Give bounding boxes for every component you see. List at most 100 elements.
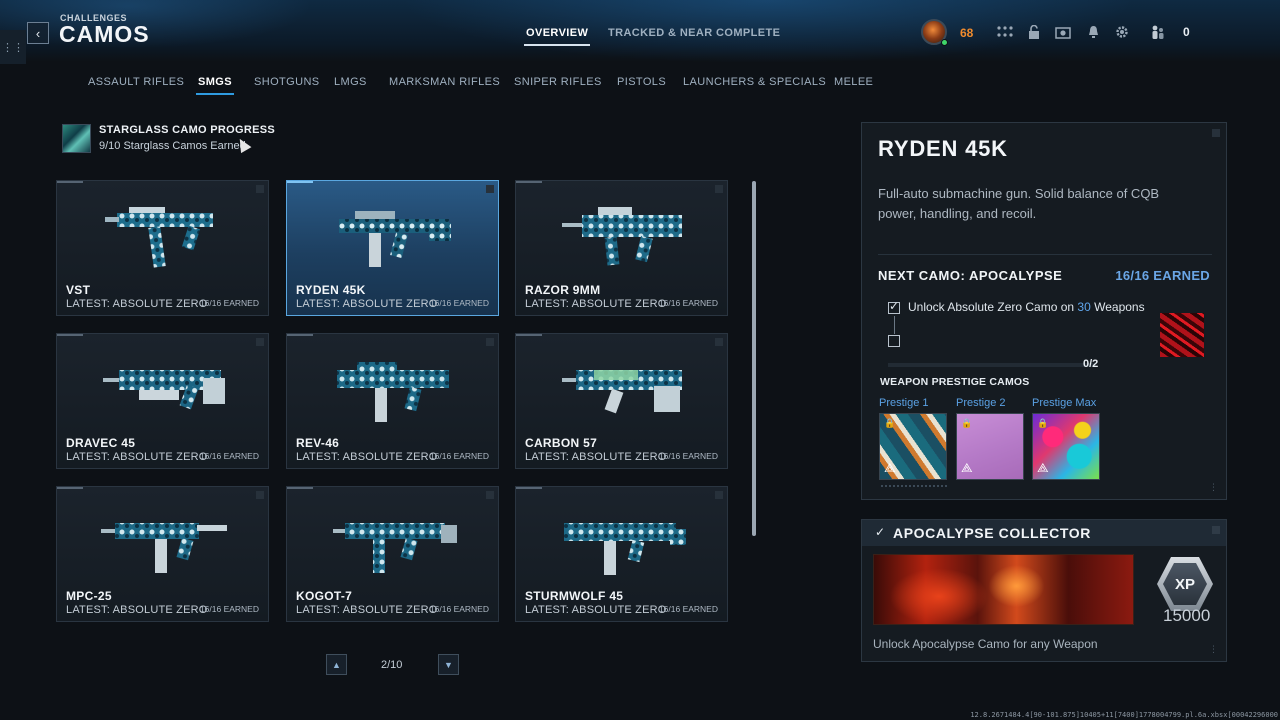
weapon-latest-camo: LATEST: ABSOLUTE ZERO [525, 604, 667, 616]
build-version-string: 12.8.2671484.4[90-101.875]10405+11[7400]… [970, 711, 1278, 719]
weapon-card-vst[interactable]: VST LATEST: ABSOLUTE ZERO 16/16 EARNED [56, 180, 269, 316]
checkmark-icon: ✓ [875, 525, 886, 539]
weapon-card-kogot-7[interactable]: KOGOT-7 LATEST: ABSOLUTE ZERO 16/16 EARN… [286, 486, 499, 622]
weapon-name: STURMWOLF 45 [525, 589, 624, 603]
weapon-name: CARBON 57 [525, 436, 598, 450]
weapon-camo-count: 16/16 EARNED [199, 451, 259, 461]
tab-sniper-rifles[interactable]: SNIPER RIFLES [514, 76, 602, 88]
tab-melee[interactable]: MELEE [834, 76, 873, 88]
weapon-camo-count: 16/16 EARNED [658, 604, 718, 614]
prestige-camos-heading: WEAPON PRESTIGE CAMOS [880, 376, 1030, 388]
prestige-2-camo-tile[interactable]: 🔒 ⟁ [956, 413, 1024, 480]
task-checkbox-pending [888, 335, 900, 347]
weapon-image [101, 523, 227, 573]
prestige-emblem-icon: ⟁ [961, 460, 973, 475]
weapon-name: REV-46 [296, 436, 340, 450]
weapon-card-carbon-57[interactable]: CARBON 57 LATEST: ABSOLUTE ZERO 16/16 EA… [515, 333, 728, 469]
weapon-latest-camo: LATEST: ABSOLUTE ZERO [525, 298, 667, 310]
task-checkbox-completed [888, 299, 900, 314]
weapon-name: RYDEN 45K [296, 283, 366, 297]
weapon-camo-count: 16/16 EARNED [199, 298, 259, 308]
online-status-dot [941, 39, 948, 46]
lock-icon: 🔒 [884, 418, 896, 428]
weapon-camo-count: 16/16 EARNED [429, 604, 489, 614]
tab-assault-rifles[interactable]: ASSAULT RIFLES [88, 76, 184, 88]
prestige-2-label: Prestige 2 [956, 397, 1006, 409]
page-indicator: 2/10 [381, 659, 403, 671]
weapon-camo-count: 16/16 EARNED [429, 298, 489, 308]
camos-earned-count: 16/16 EARNED [1115, 268, 1210, 283]
weapon-latest-camo: LATEST: ABSOLUTE ZERO [296, 298, 438, 310]
weapon-card-dravec-45[interactable]: DRAVEC 45 LATEST: ABSOLUTE ZERO 16/16 EA… [56, 333, 269, 469]
chevron-up-icon: ▲ [332, 659, 341, 670]
apocalypse-collector-card[interactable]: ✓ APOCALYPSE COLLECTOR XP 15000 Unlock A… [861, 519, 1227, 662]
collector-description: Unlock Apocalypse Camo for any Weapon [873, 637, 1098, 651]
prestige-max-label: Prestige Max [1032, 397, 1097, 409]
collector-reward-artwork [873, 554, 1134, 625]
player-level: 68 [960, 26, 974, 40]
weapon-card-rev-46[interactable]: REV-46 LATEST: ABSOLUTE ZERO 16/16 EARNE… [286, 333, 499, 469]
task-connector-line [894, 316, 895, 334]
camo-task-text: Unlock Absolute Zero Camo on 30 Weapons [908, 300, 1145, 314]
tab-overview[interactable]: OVERVIEW [523, 27, 591, 46]
task-progress-bar [888, 363, 1096, 367]
task-suffix: Weapons [1090, 300, 1145, 314]
tab-tracked-near-complete[interactable]: TRACKED & NEAR COMPLETE [608, 27, 780, 39]
tab-shotguns[interactable]: SHOTGUNS [254, 76, 320, 88]
menu-grid-icon[interactable] [997, 24, 1013, 40]
tab-launchers-specials[interactable]: LAUNCHERS & SPECIALS [683, 76, 826, 88]
weapon-latest-camo: LATEST: ABSOLUTE ZERO [296, 604, 438, 616]
starglass-progress-subtitle: 9/10 Starglass Camos Earned [99, 140, 246, 152]
page-up-button[interactable]: ▲ [326, 654, 347, 675]
camera-icon[interactable] [1055, 24, 1071, 40]
friends-icon[interactable] [1150, 24, 1166, 40]
card-accent-line [57, 487, 83, 489]
grid-scrollbar[interactable] [752, 181, 756, 536]
unlock-icon[interactable] [1026, 24, 1042, 40]
chevron-left-icon: ‹ [35, 25, 41, 41]
task-prefix: Unlock Absolute Zero Camo on [908, 300, 1078, 314]
card-accent-line [287, 181, 313, 183]
back-button[interactable]: ‹ [27, 22, 49, 44]
weapon-image [339, 211, 451, 267]
weapon-card-sturmwolf-45[interactable]: STURMWOLF 45 LATEST: ABSOLUTE ZERO 16/16… [515, 486, 728, 622]
tab-pistols[interactable]: PISTOLS [617, 76, 666, 88]
weapon-latest-camo: LATEST: ABSOLUTE ZERO [296, 451, 438, 463]
bell-icon[interactable] [1085, 24, 1101, 40]
collector-corner-mark [1212, 526, 1220, 534]
apocalypse-camo-thumbnail[interactable] [1160, 313, 1204, 357]
xp-amount: 15000 [1163, 606, 1211, 625]
prestige-max-camo-tile[interactable]: 🔒 ⟁ [1032, 413, 1100, 480]
card-corner-mark [715, 491, 723, 499]
weapon-image [337, 362, 449, 422]
page-title: CAMOS [59, 21, 150, 47]
weapon-card-mpc-25[interactable]: MPC-25 LATEST: ABSOLUTE ZERO 16/16 EARNE… [56, 486, 269, 622]
chevron-down-icon: ▼ [444, 659, 453, 670]
card-accent-line [516, 487, 542, 489]
weapon-card-razor-9mm[interactable]: RAZOR 9MM LATEST: ABSOLUTE ZERO 16/16 EA… [515, 180, 728, 316]
weapon-name: DRAVEC 45 [66, 436, 136, 450]
gear-icon[interactable] [1114, 24, 1130, 40]
tab-marksman-rifles[interactable]: MARKSMAN RIFLES [389, 76, 500, 88]
weapon-latest-camo: LATEST: ABSOLUTE ZERO [66, 451, 208, 463]
weapon-card-ryden-45k[interactable]: RYDEN 45K LATEST: ABSOLUTE ZERO 16/16 EA… [286, 180, 499, 316]
weapon-image [562, 207, 682, 266]
card-accent-line [57, 181, 83, 183]
lock-icon: 🔒 [961, 418, 973, 428]
card-corner-mark [715, 185, 723, 193]
divider [878, 254, 1212, 255]
card-accent-line [287, 487, 313, 489]
detail-weapon-name: RYDEN 45K [878, 136, 1008, 161]
side-dock-handle[interactable]: ⋮⋮ [0, 30, 26, 64]
card-corner-mark [256, 185, 264, 193]
prestige-1-camo-tile[interactable]: 🔒 ⟁ [879, 413, 947, 480]
tab-smgs[interactable]: SMGS [196, 76, 234, 95]
detail-weapon-description: Full-auto submachine gun. Solid balance … [878, 186, 1160, 221]
page-down-button[interactable]: ▼ [438, 654, 459, 675]
panel-corner-mark [1212, 129, 1220, 137]
card-accent-line [516, 334, 542, 336]
card-accent-line [516, 181, 542, 183]
card-corner-mark [486, 338, 494, 346]
tab-lmgs[interactable]: LMGS [334, 76, 367, 88]
panel-grip-icon: ⋮ [1209, 482, 1218, 492]
